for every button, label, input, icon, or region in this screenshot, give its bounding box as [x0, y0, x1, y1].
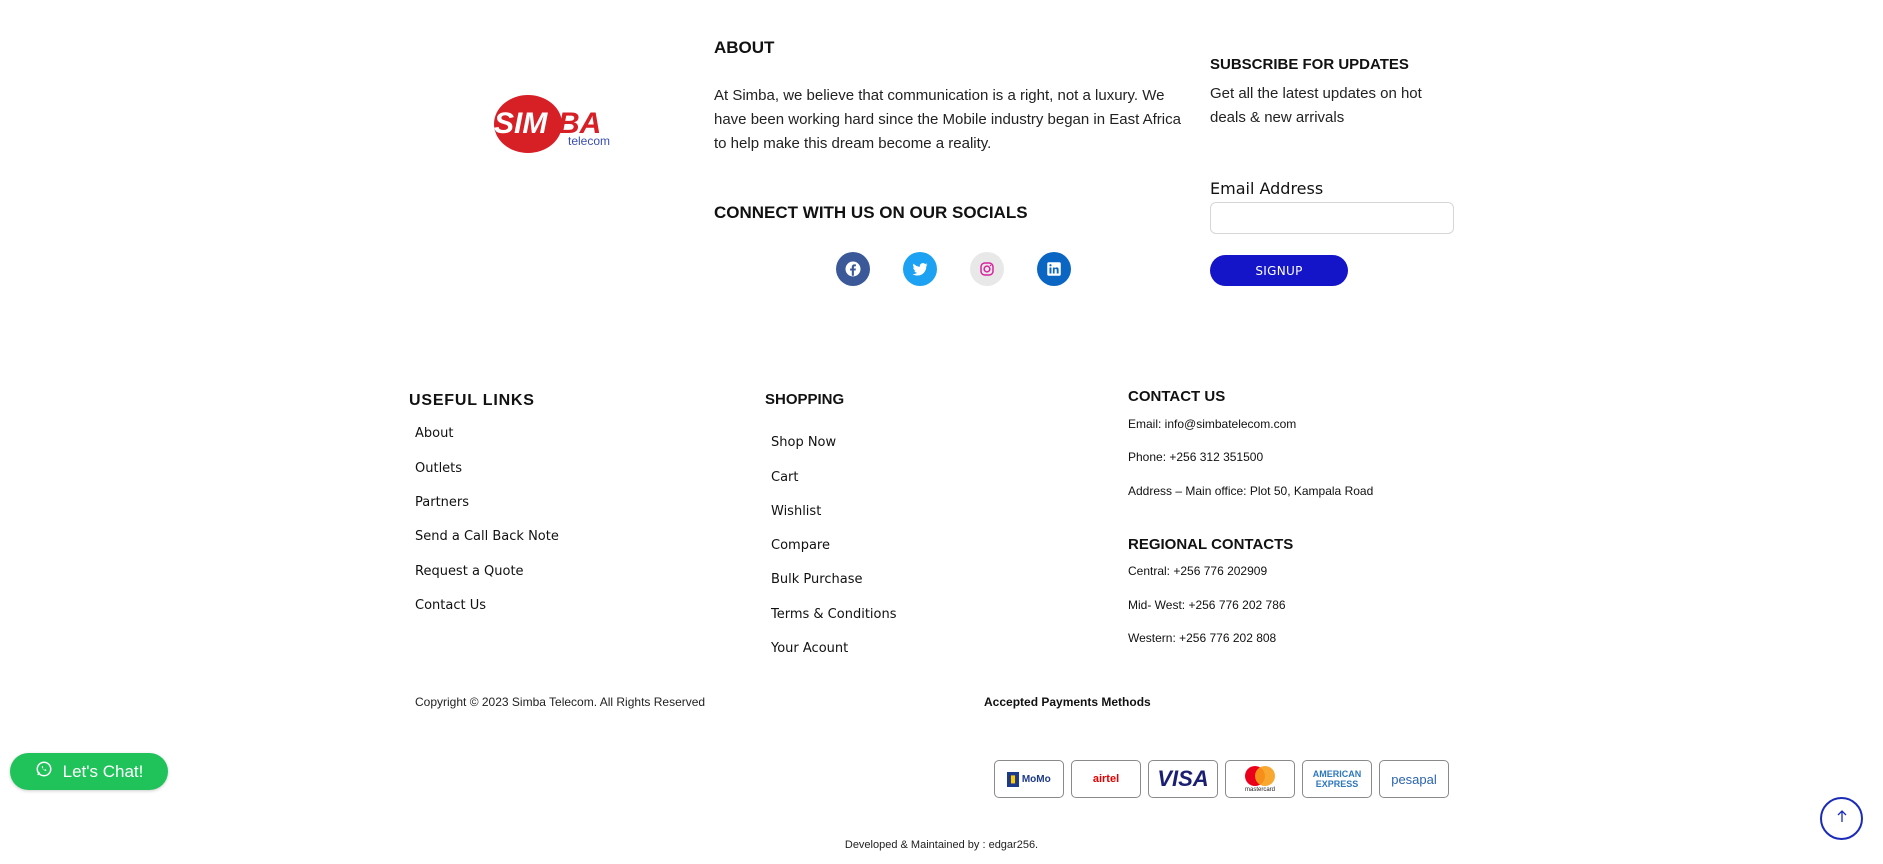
- link-partners[interactable]: Partners: [415, 495, 469, 510]
- about-text: At Simba, we believe that communication …: [714, 87, 1181, 152]
- shopping-heading: SHOPPING: [765, 391, 845, 408]
- payments-heading: Accepted Payments Methods: [984, 695, 1151, 709]
- whatsapp-chat-button[interactable]: Let's Chat!: [10, 753, 168, 790]
- signup-button[interactable]: SIGNUP: [1210, 255, 1348, 286]
- link-cart[interactable]: Cart: [771, 470, 799, 485]
- svg-text:telecom: telecom: [568, 134, 610, 148]
- copyright-text: Copyright © 2023 Simba Telecom. All Righ…: [415, 695, 706, 709]
- link-call-back-note[interactable]: Send a Call Back Note: [415, 529, 559, 544]
- contact-phone[interactable]: Phone: +256 312 351500: [1128, 450, 1263, 464]
- regional-midwest: Mid- West: +256 776 202 786: [1128, 598, 1286, 612]
- scroll-to-top-button[interactable]: [1820, 797, 1863, 840]
- simba-logo[interactable]: SIM BA telecom: [486, 88, 626, 198]
- regional-contacts-heading: REGIONAL CONTACTS: [1128, 536, 1294, 553]
- visa-logo: VISA: [1148, 760, 1218, 798]
- pesapal-logo: pesapal: [1379, 760, 1449, 798]
- linkedin-icon[interactable]: [1037, 252, 1071, 286]
- email-label: Email Address: [1210, 179, 1324, 198]
- momo-logo: ▮ MoMo: [994, 760, 1064, 798]
- regional-central: Central: +256 776 202909: [1128, 564, 1268, 578]
- developer-credit: Developed & Maintained by : edgar256.: [844, 839, 1039, 851]
- chat-label: Let's Chat!: [62, 761, 144, 781]
- contact-heading: CONTACT US: [1128, 388, 1226, 405]
- subscribe-text: Get all the latest updates on hot deals …: [1210, 85, 1422, 126]
- useful-links-heading: USEFUL LINKS: [409, 392, 535, 409]
- link-contact-us[interactable]: Contact Us: [415, 598, 486, 613]
- contact-email[interactable]: Email: info@simbatelecom.com: [1128, 417, 1296, 431]
- link-terms-conditions[interactable]: Terms & Conditions: [771, 607, 897, 622]
- facebook-icon[interactable]: [836, 252, 870, 286]
- arrow-up-icon: [1834, 808, 1850, 829]
- airtel-logo: airtel: [1071, 760, 1141, 798]
- link-outlets[interactable]: Outlets: [415, 461, 462, 476]
- regional-western: Western: +256 776 202 808: [1128, 631, 1277, 645]
- link-about[interactable]: About: [415, 426, 453, 441]
- link-request-quote[interactable]: Request a Quote: [415, 564, 524, 579]
- contact-address: Address – Main office: Plot 50, Kampala …: [1128, 484, 1374, 498]
- svg-text:SIM: SIM: [494, 107, 548, 140]
- link-bulk-purchase[interactable]: Bulk Purchase: [771, 572, 862, 587]
- payment-methods: ▮ MoMo airtel VISA mastercard AMERICAN E…: [994, 760, 1449, 798]
- about-heading: ABOUT: [714, 38, 775, 57]
- subscribe-heading: SUBSCRIBE FOR UPDATES: [1210, 56, 1409, 73]
- link-your-account[interactable]: Your Acount: [771, 641, 848, 656]
- link-shop-now[interactable]: Shop Now: [771, 435, 836, 450]
- link-compare[interactable]: Compare: [771, 538, 830, 553]
- whatsapp-icon: [35, 760, 53, 783]
- twitter-icon[interactable]: [903, 252, 937, 286]
- mastercard-logo: mastercard: [1225, 760, 1295, 798]
- socials-heading: CONNECT WITH US ON OUR SOCIALS: [714, 203, 1028, 222]
- instagram-icon[interactable]: [970, 252, 1004, 286]
- link-wishlist[interactable]: Wishlist: [771, 504, 821, 519]
- email-field[interactable]: [1210, 202, 1454, 234]
- social-icons: [836, 252, 1071, 286]
- amex-logo: AMERICAN EXPRESS: [1302, 760, 1372, 798]
